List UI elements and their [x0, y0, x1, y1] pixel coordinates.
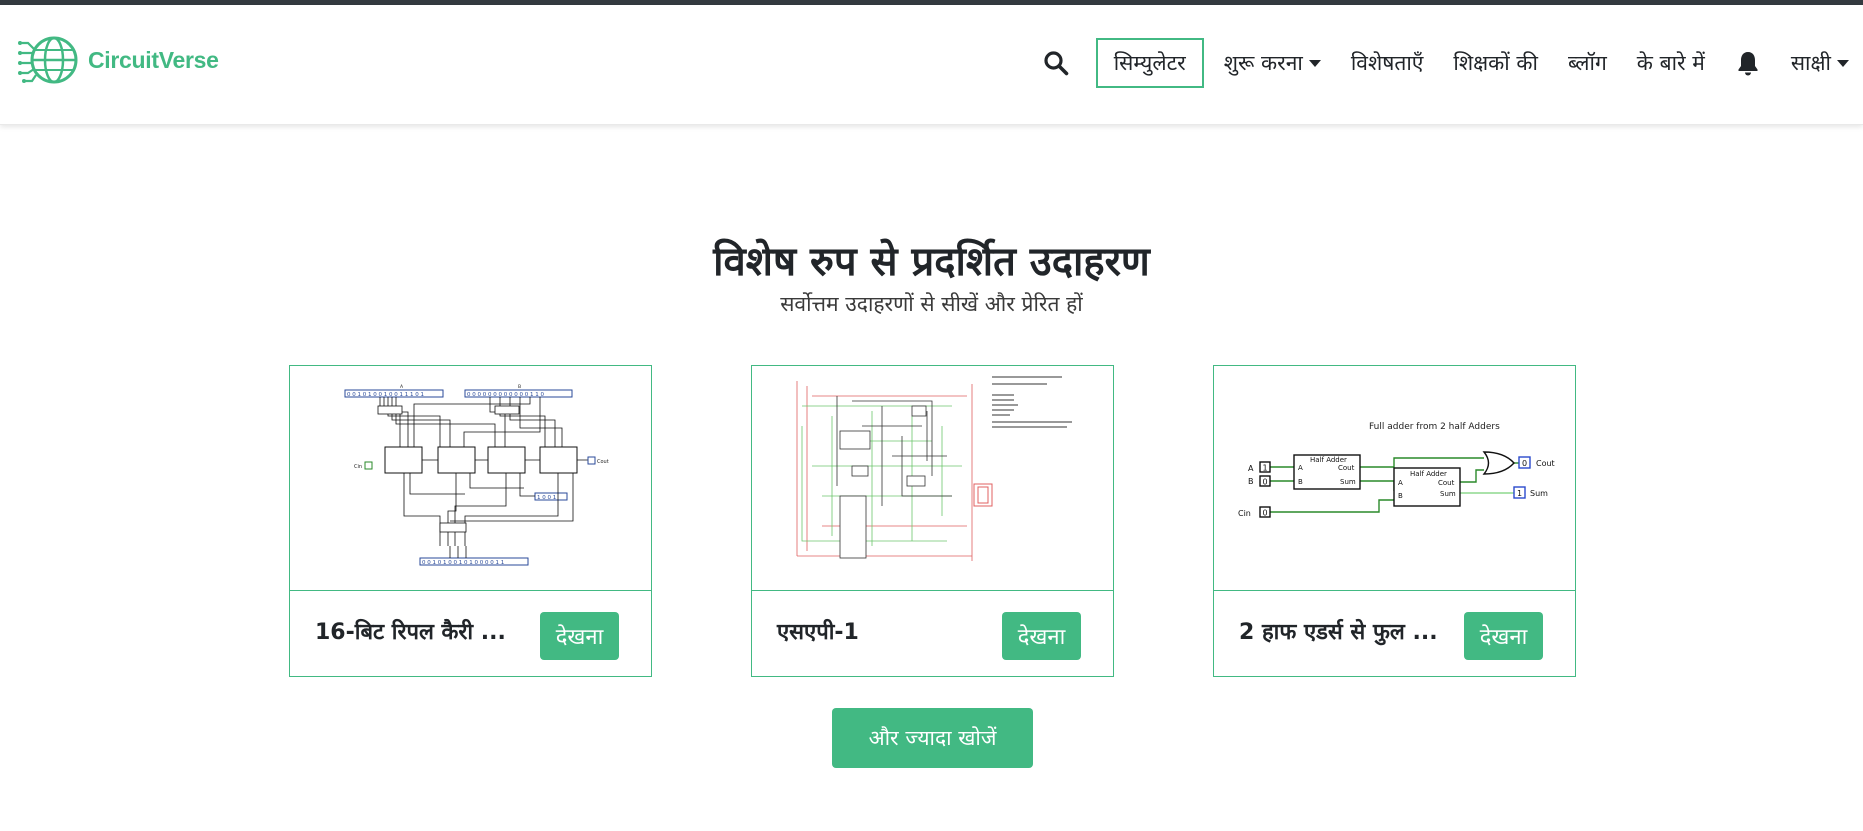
featured-subheading: सर्वोत्तम उदाहरणों से सीखें और प्रेरित ह…	[780, 292, 1083, 316]
nav-getting-started[interactable]: शुरू करना	[1224, 49, 1321, 77]
brand-name: CircuitVerse	[88, 46, 219, 73]
thumb-cin: Cin	[354, 464, 362, 470]
card-thumbnail[interactable]	[752, 366, 1113, 591]
thumb-label-a: A	[400, 384, 404, 390]
thumb-bits-b: 0 0 0 0 0 0 0 0 0 0 0 0 1 1 0	[467, 392, 544, 398]
thumb-val-a: 1	[1263, 464, 1268, 473]
nav-about[interactable]: के बारे में	[1637, 49, 1705, 77]
thumb-port-b2: B	[1398, 492, 1403, 500]
thumb-port-b1: B	[1298, 478, 1303, 486]
thumb-port-a1: A	[1298, 464, 1303, 472]
thumb-label-b: B	[518, 384, 521, 390]
featured-cards: 0 0 1 0 1 0 0 1 0 0 1 1 1 0 1 0 0 0 0 0 …	[289, 365, 1577, 677]
nav-teachers[interactable]: शिक्षकों की	[1453, 49, 1538, 77]
full-adder-circuit-thumb: Full adder from 2 half Adders Half Adder…	[1238, 422, 1555, 518]
thumb-port-a2: A	[1398, 479, 1403, 487]
card-title: 16-बिट रिपल कैरी ...	[315, 620, 506, 645]
caret-down-icon	[1837, 59, 1849, 67]
thumb-out-cout-val: 0	[1522, 459, 1527, 468]
view-button[interactable]: देखना	[540, 612, 619, 660]
card-thumbnail[interactable]: 0 0 1 0 1 0 0 1 0 0 1 1 1 0 1 0 0 0 0 0 …	[290, 366, 651, 591]
nav-menu: सिम्युलेटर शुरू करना विशेषताएँ शिक्षकों …	[1042, 37, 1863, 89]
featured-heading: विशेष रुप से प्रदर्शित उदाहरण	[713, 239, 1150, 285]
thumb-port-sum1: Sum	[1340, 478, 1356, 486]
bell-icon[interactable]	[1735, 49, 1761, 77]
thumb-out-sum-val: 1	[1517, 489, 1522, 498]
sap1-circuit-thumb	[796, 376, 1072, 561]
brand[interactable]: CircuitVerse	[18, 29, 219, 91]
thumb-label-a: A	[1248, 464, 1254, 473]
navbar: CircuitVerse सिम्युलेटर शुरू करना विशेषत…	[0, 5, 1863, 125]
featured-card: 0 0 1 0 1 0 0 1 0 0 1 1 1 0 1 0 0 0 0 0 …	[289, 365, 652, 677]
thumb-out-cout: Cout	[1536, 459, 1555, 468]
thumb-cout: Cout	[597, 459, 609, 465]
card-title: 2 हाफ एडर्स से फुल ...	[1239, 620, 1438, 645]
thumb-heading: Full adder from 2 half Adders	[1369, 422, 1500, 432]
nav-features[interactable]: विशेषताएँ	[1351, 49, 1424, 77]
view-button[interactable]: देखना	[1002, 612, 1081, 660]
caret-down-icon	[1308, 59, 1321, 67]
thumb-bits-mid: 1 0 0 1	[537, 495, 556, 501]
thumb-ha2: Half Adder	[1410, 470, 1447, 478]
search-icon[interactable]	[1042, 49, 1070, 77]
thumb-bits-a: 0 0 1 0 1 0 0 1 0 0 1 1 1 0 1	[347, 392, 424, 398]
thumb-port-sum2: Sum	[1440, 490, 1456, 498]
nav-getting-started-label: शुरू करना	[1223, 51, 1303, 75]
user-menu[interactable]: साक्षी	[1791, 49, 1849, 77]
user-name: साक्षी	[1790, 51, 1831, 75]
view-button[interactable]: देखना	[1464, 612, 1543, 660]
ripple-carry-circuit-thumb: 0 0 1 0 1 0 0 1 0 0 1 1 1 0 1 0 0 0 0 0 …	[344, 384, 609, 566]
card-title: एसएपी-1	[777, 620, 859, 645]
thumb-port-cout2: Cout	[1438, 479, 1455, 487]
featured-card: Full adder from 2 half Adders Half Adder…	[1213, 365, 1576, 677]
thumb-val-b: 0	[1263, 478, 1268, 487]
thumb-ha1: Half Adder	[1310, 456, 1347, 464]
thumb-label-b: B	[1248, 477, 1254, 486]
card-thumbnail[interactable]: Full adder from 2 half Adders Half Adder…	[1214, 366, 1575, 591]
circuitverse-logo-icon	[18, 36, 78, 84]
explore-more-button[interactable]: और ज्यादा खोजें	[832, 708, 1033, 768]
featured-card: एसएपी-1 देखना	[751, 365, 1114, 677]
thumb-bits-sum: 0 0 1 0 1 0 0 1 0 1 0 0 0 0 1 1	[422, 560, 504, 566]
thumb-val-cin: 0	[1263, 509, 1268, 518]
thumb-port-cout1: Cout	[1338, 464, 1355, 472]
thumb-label-cin: Cin	[1238, 509, 1251, 518]
nav-blog[interactable]: ब्लॉग	[1568, 49, 1607, 77]
thumb-out-sum: Sum	[1530, 489, 1548, 498]
simulator-button[interactable]: सिम्युलेटर	[1095, 38, 1204, 88]
